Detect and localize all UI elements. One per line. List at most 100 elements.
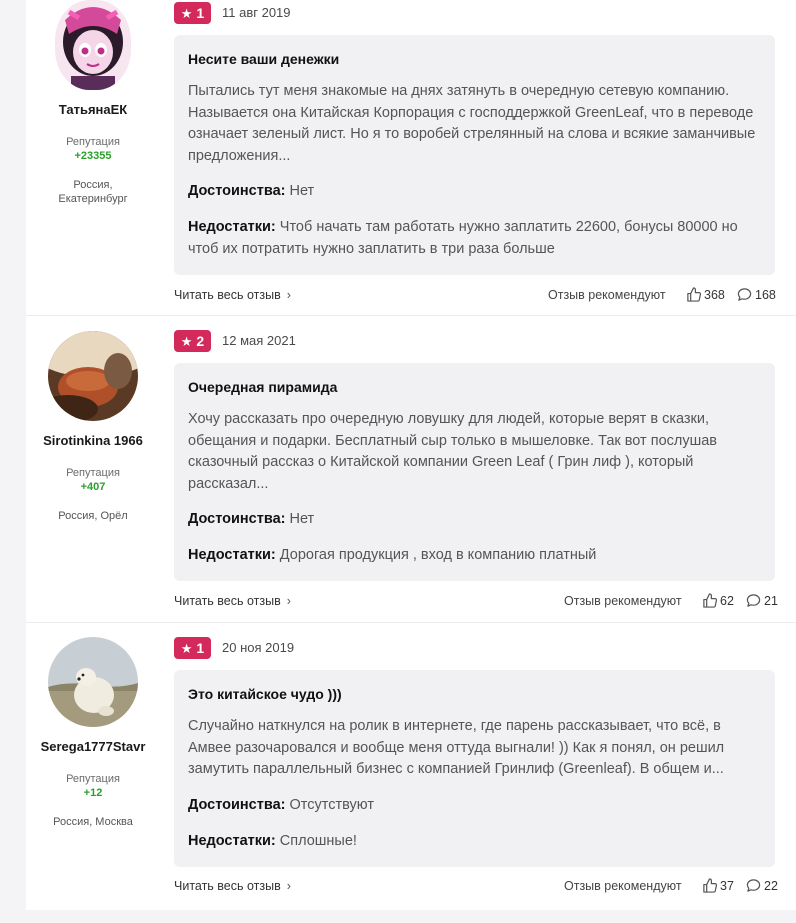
comments-button[interactable]: 22	[746, 878, 778, 893]
reviews-feed: ТатьянаЕК Репутация +23355 Россия, Екате…	[26, 0, 796, 910]
like-count: 368	[704, 287, 725, 302]
thumbs-up-icon	[687, 287, 701, 302]
review-title[interactable]: Несите ваши денежки	[188, 51, 339, 67]
read-more-link[interactable]: Читать весь отзыв ›	[174, 594, 291, 608]
comments-button[interactable]: 168	[737, 287, 776, 302]
reputation-value: +23355	[74, 150, 112, 162]
review-cons: Недостатки: Сплошные!	[188, 831, 763, 853]
like-button[interactable]: 37	[702, 878, 734, 893]
pros-label: Достоинства:	[188, 183, 286, 199]
chevron-right-icon: ›	[286, 879, 291, 893]
review-cons: Недостатки: Дорогая продукция , вход в к…	[188, 545, 763, 567]
comments-button[interactable]: 21	[746, 593, 778, 608]
review-date: 11 авг 2019	[222, 5, 291, 20]
chevron-right-icon: ›	[286, 594, 291, 608]
location-line: Россия, Москва	[53, 816, 133, 828]
chevron-right-icon: ›	[286, 288, 291, 302]
pros-text: Нет	[289, 183, 315, 199]
cons-label: Недостатки:	[188, 547, 276, 563]
reputation-label: Репутация	[66, 467, 120, 479]
author-name[interactable]: Serega1777Stavr	[26, 739, 160, 754]
thumbs-up-icon	[703, 878, 717, 893]
comment-icon	[746, 879, 761, 892]
location-line: Россия, Орёл	[58, 510, 128, 522]
like-count: 62	[720, 593, 734, 608]
review-content: ★ 1 20 ноя 2019 Это китайское чудо ))) С…	[174, 637, 778, 893]
review-author: Serega1777Stavr Репутация +12 Россия, Мо…	[26, 637, 160, 829]
author-name[interactable]: Sirotinkina 1966	[26, 433, 160, 448]
location-line: Россия,	[73, 179, 113, 191]
review-footer: Читать весь отзыв › Отзыв рекомендуют 37 …	[174, 877, 778, 897]
read-more-link[interactable]: Читать весь отзыв ›	[174, 288, 291, 302]
review-meta: ★ 2 12 мая 2021	[174, 330, 775, 352]
comment-icon	[746, 594, 761, 607]
review-meta: ★ 1 11 авг 2019	[174, 2, 775, 24]
photo-avatar-icon[interactable]	[48, 331, 138, 421]
review-pros: Достоинства: Нет	[188, 181, 763, 203]
review-footer: Читать весь отзыв › Отзыв рекомендуют 368…	[174, 286, 776, 306]
review-title[interactable]: Очередная пирамида	[188, 379, 337, 395]
review-item: ТатьянаЕК Репутация +23355 Россия, Екате…	[26, 0, 796, 316]
review-item: Serega1777Stavr Репутация +12 Россия, Мо…	[26, 623, 796, 910]
recommend-label: Отзыв рекомендуют	[564, 879, 682, 893]
rating-badge: ★ 1	[174, 637, 211, 659]
review-card[interactable]: Несите ваши денежки Пытались тут меня зн…	[174, 35, 775, 275]
cons-label: Недостатки:	[188, 833, 276, 849]
like-button[interactable]: 368	[686, 287, 725, 302]
review-title[interactable]: Это китайское чудо )))	[188, 686, 342, 702]
review-author: Sirotinkina 1966 Репутация +407 Россия, …	[26, 331, 160, 523]
review-pros: Достоинства: Отсутствуют	[188, 795, 763, 817]
rating-badge: ★ 1	[174, 2, 211, 24]
thumbs-up-icon	[703, 593, 717, 608]
pros-text: Нет	[289, 511, 315, 527]
comment-count: 21	[764, 593, 778, 608]
star-icon: ★	[180, 333, 193, 349]
reputation-label: Репутация	[66, 773, 120, 785]
review-pros: Достоинства: Нет	[188, 509, 763, 531]
review-card[interactable]: Очередная пирамида Хочу рассказать про о…	[174, 363, 775, 581]
review-meta: ★ 1 20 ноя 2019	[174, 637, 775, 659]
rating-badge: ★ 2	[174, 330, 211, 352]
review-content: ★ 2 12 мая 2021 Очередная пирамида Хочу …	[174, 330, 778, 608]
recommend-label: Отзыв рекомендуют	[548, 288, 666, 302]
recommend-label: Отзыв рекомендуют	[564, 594, 682, 608]
star-icon: ★	[180, 5, 193, 21]
review-excerpt: Пытались тут меня знакомые на днях затян…	[188, 83, 756, 164]
pros-label: Достоинства:	[188, 797, 286, 813]
read-more-label: Читать весь отзыв	[174, 594, 281, 608]
review-card[interactable]: Это китайское чудо ))) Случайно наткнулс…	[174, 670, 775, 867]
like-count: 37	[720, 878, 734, 893]
rating-value: 1	[196, 5, 205, 21]
review-excerpt: Хочу рассказать про очередную ловушку дл…	[188, 411, 717, 492]
review-date: 20 ноя 2019	[222, 640, 295, 655]
polar-bear-avatar-icon[interactable]	[48, 637, 138, 727]
author-name[interactable]: ТатьянаЕК	[26, 102, 160, 117]
author-location: Россия, Орёл	[26, 509, 160, 523]
star-icon: ★	[180, 640, 193, 656]
read-more-link[interactable]: Читать весь отзыв ›	[174, 879, 291, 893]
review-date: 12 мая 2021	[222, 333, 296, 348]
location-line: Екатеринбург	[58, 193, 128, 205]
review-footer: Читать весь отзыв › Отзыв рекомендуют 62 …	[174, 592, 778, 612]
rating-value: 2	[196, 333, 205, 349]
comment-count: 22	[764, 878, 778, 893]
author-location: Россия, Москва	[26, 815, 160, 829]
review-cons: Недостатки: Чтоб начать там работать нуж…	[188, 217, 763, 260]
reputation-value: +407	[80, 481, 106, 493]
read-more-label: Читать весь отзыв	[174, 288, 281, 302]
review-excerpt: Случайно наткнулся на ролик в интернете,…	[188, 718, 725, 778]
author-location: Россия, Екатеринбург	[26, 178, 160, 206]
like-button[interactable]: 62	[702, 593, 734, 608]
review-content: ★ 1 11 авг 2019 Несите ваши денежки Пыта…	[174, 2, 776, 302]
read-more-label: Читать весь отзыв	[174, 879, 281, 893]
cons-text: Сплошные!	[279, 833, 357, 849]
cons-label: Недостатки:	[188, 219, 276, 235]
cons-text: Дорогая продукция , вход в компанию плат…	[279, 547, 597, 563]
pros-text: Отсутствуют	[289, 797, 374, 813]
reputation-label: Репутация	[66, 136, 120, 148]
pros-label: Достоинства:	[188, 511, 286, 527]
anime-girl-avatar-icon[interactable]	[55, 0, 131, 90]
rating-value: 1	[196, 640, 205, 656]
comment-icon	[737, 288, 752, 301]
reputation-value: +12	[83, 787, 103, 799]
